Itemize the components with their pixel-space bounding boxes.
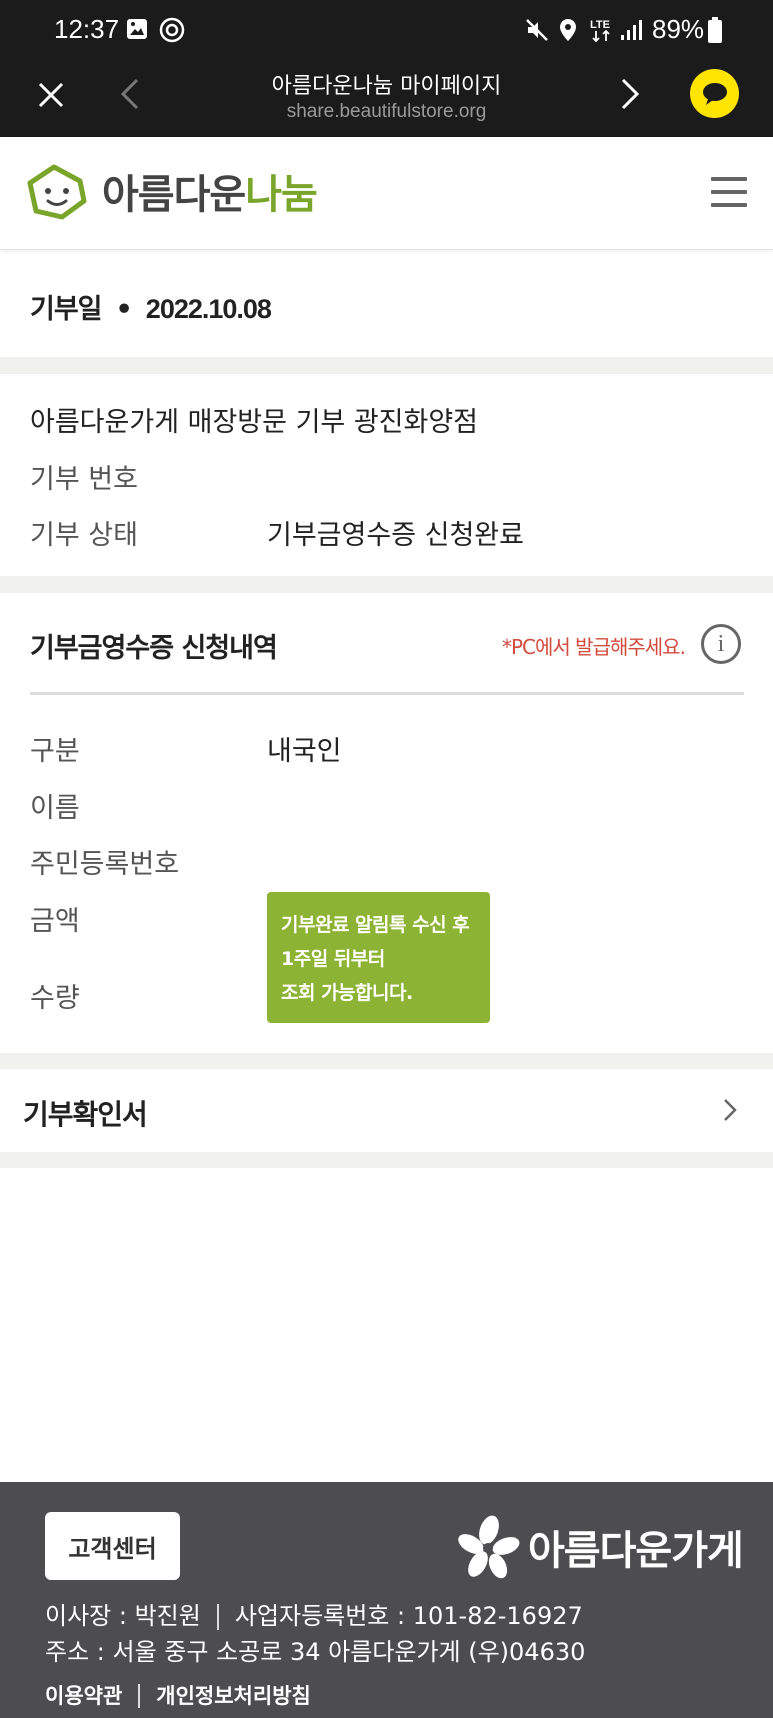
info-icon[interactable]: i bbox=[701, 624, 741, 664]
section-divider bbox=[0, 576, 773, 593]
chevron-right-icon bbox=[722, 1097, 738, 1127]
store-visit-info: 아름다운가게 매장방문 기부 광진화양점 bbox=[30, 407, 479, 438]
footer-links: 이용약관 개인정보처리방침 bbox=[45, 1680, 311, 1710]
business-number: 사업자등록번호 : 101-82-16927 bbox=[234, 1602, 583, 1630]
separator bbox=[138, 1684, 141, 1708]
name-label: 이름 bbox=[30, 793, 80, 824]
ceo-info: 이사장 : 박진원 bbox=[45, 1602, 201, 1630]
lookup-notice-box: 기부완료 알림톡 수신 후 1주일 뒤부터 조회 가능합니다. bbox=[267, 892, 490, 1023]
flower-logo-icon bbox=[458, 1515, 520, 1579]
date-value: 2022.10.08 bbox=[145, 294, 272, 324]
hamburger-menu-icon[interactable] bbox=[711, 177, 747, 209]
receipt-section-title: 기부금영수증 신청내역 bbox=[30, 633, 278, 664]
browser-url: share.beautifulstore.org bbox=[286, 101, 487, 122]
section-divider bbox=[0, 1152, 773, 1168]
separator bbox=[216, 1604, 219, 1630]
svg-text:LTE: LTE bbox=[590, 19, 610, 31]
site-header: 아름다운나눔 bbox=[0, 137, 773, 250]
location-icon bbox=[558, 18, 578, 46]
type-value: 내국인 bbox=[267, 736, 342, 767]
pc-issue-notice: *PC에서 발급해주세요. bbox=[502, 635, 686, 659]
footer: 고객센터 아름다운가게 이사장 : 박진원 사업자등록번호 : 101-82-16… bbox=[0, 1482, 773, 1718]
section-divider bbox=[0, 357, 773, 374]
bullet-dot: • bbox=[115, 294, 133, 325]
status-time: 12:37 bbox=[54, 14, 120, 44]
donation-status-label: 기부 상태 bbox=[30, 520, 138, 551]
footer-logo-text: 아름다운가게 bbox=[528, 1528, 744, 1574]
kakao-talk-button[interactable] bbox=[690, 69, 739, 118]
footer-logo: 아름다운가게 bbox=[458, 1514, 744, 1580]
address-line: 주소 : 서울 중구 소공로 34 아름다운가게 (우)04630 bbox=[45, 1638, 586, 1666]
terms-link[interactable]: 이용약관 bbox=[45, 1684, 122, 1708]
donation-date-row: 기부일 • 2022.10.08 bbox=[30, 287, 272, 326]
quantity-label: 수량 bbox=[30, 983, 80, 1014]
donation-number-label: 기부 번호 bbox=[30, 464, 138, 495]
resident-number-label: 주민등록번호 bbox=[30, 849, 180, 880]
gallery-icon bbox=[126, 18, 148, 44]
customer-center-button[interactable]: 고객센터 bbox=[45, 1512, 180, 1580]
browser-bar: 아름다운나눔 마이페이지 share.beautifulstore.org bbox=[0, 60, 773, 137]
lookup-notice-line: 기부완료 알림톡 수신 후 bbox=[281, 914, 470, 936]
donation-confirmation-label: 기부확인서 bbox=[23, 1098, 148, 1131]
logo-text: 아름다운나눔 bbox=[102, 162, 318, 220]
logo-text-part2: 나눔 bbox=[245, 172, 318, 218]
date-label: 기부일 bbox=[30, 294, 103, 325]
amount-label: 금액 bbox=[30, 906, 80, 937]
status-bar: 12:37 LTE 89% bbox=[0, 0, 773, 60]
section-divider bbox=[0, 1053, 773, 1069]
beautiful-share-logo-icon bbox=[27, 164, 87, 220]
lte-icon: LTE bbox=[589, 17, 615, 47]
at-sign-icon bbox=[158, 16, 186, 48]
donation-status-value: 기부금영수증 신청완료 bbox=[267, 520, 524, 551]
browser-title: 아름다운나눔 마이페이지 bbox=[271, 74, 502, 99]
signal-icon bbox=[620, 19, 646, 45]
chat-bubble-icon bbox=[702, 82, 727, 105]
logo-text-part1: 아름다운 bbox=[102, 172, 246, 218]
battery-icon bbox=[708, 17, 722, 47]
forward-icon[interactable] bbox=[616, 76, 644, 112]
company-info-line: 이사장 : 박진원 사업자등록번호 : 101-82-16927 bbox=[45, 1596, 583, 1631]
site-logo[interactable]: 아름다운나눔 bbox=[22, 161, 318, 221]
donation-confirmation-row[interactable]: 기부확인서 bbox=[0, 1069, 773, 1152]
lookup-notice-line: 조회 가능합니다. bbox=[281, 982, 413, 1004]
type-label: 구분 bbox=[30, 736, 80, 767]
privacy-policy-link[interactable]: 개인정보처리방침 bbox=[156, 1684, 311, 1708]
battery-percent: 89% bbox=[652, 14, 705, 44]
section-underline bbox=[30, 692, 744, 695]
lookup-notice-line: 1주일 뒤부터 bbox=[281, 948, 385, 970]
mute-icon bbox=[525, 18, 549, 46]
